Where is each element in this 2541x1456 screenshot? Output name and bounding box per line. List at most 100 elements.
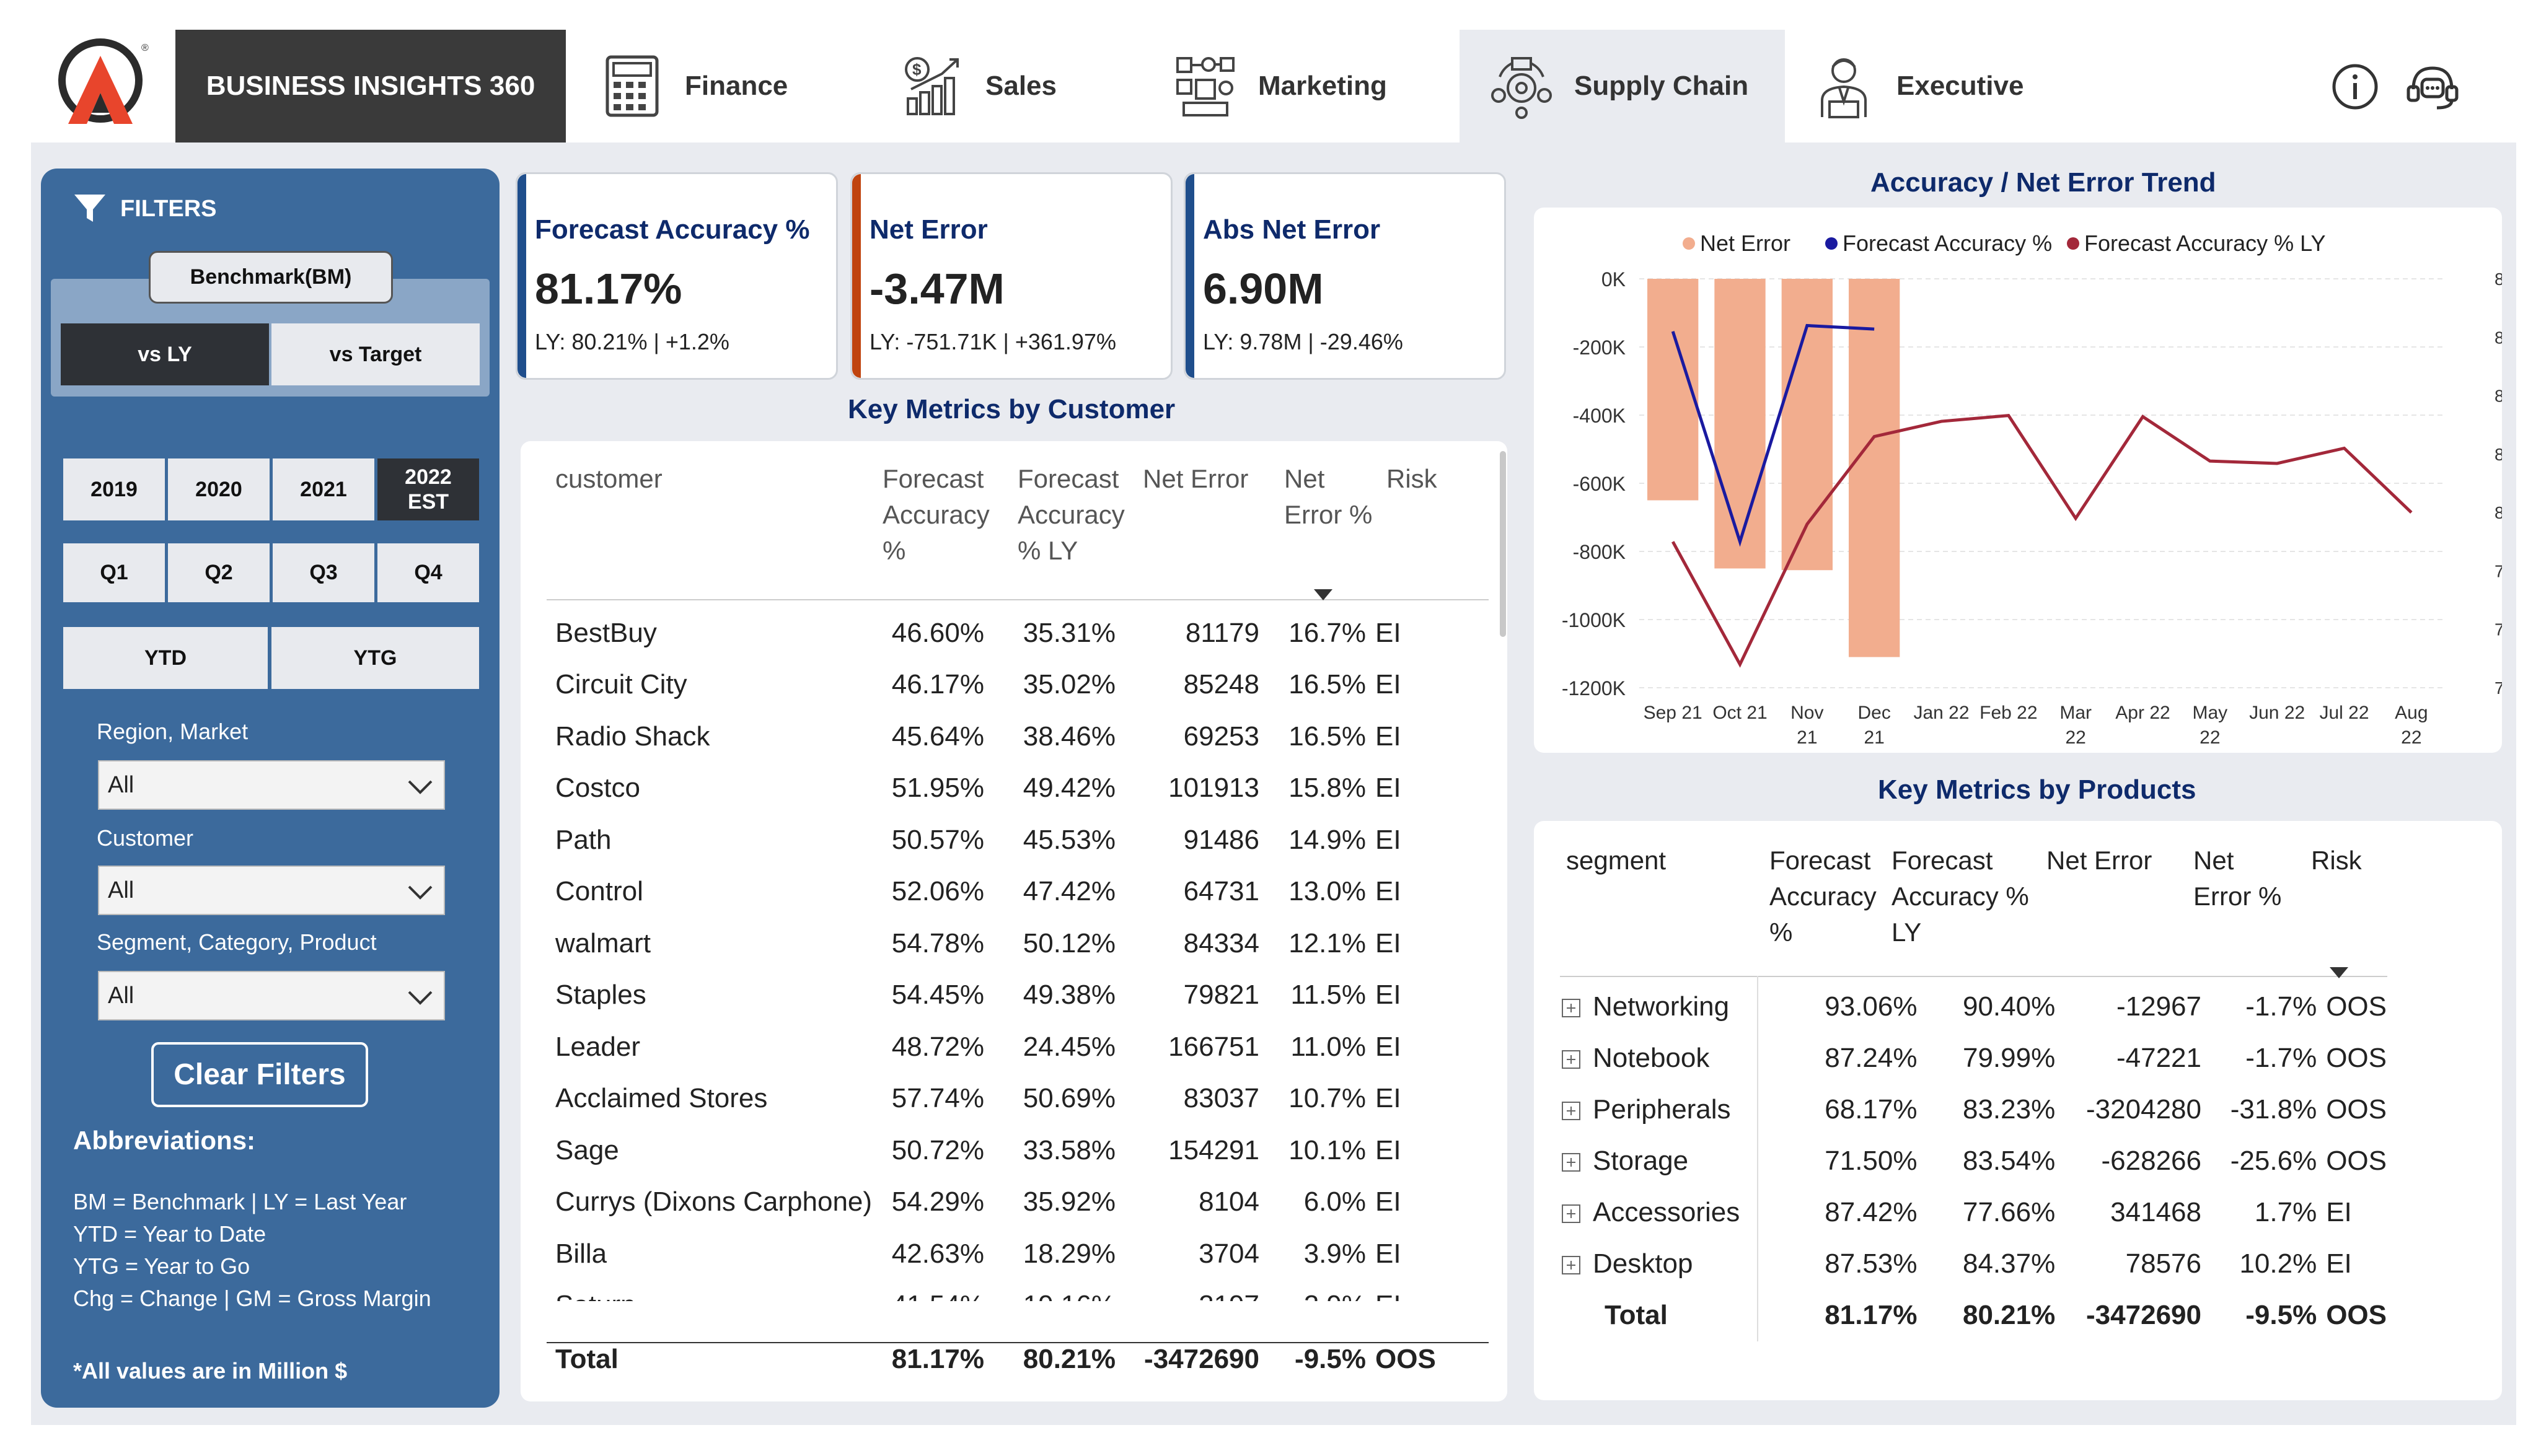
tab-label: Executive [1896, 71, 2024, 101]
table-row[interactable]: Path 50.57% 45.53% 91486 14.9% EI [547, 814, 1482, 866]
year-2019-button[interactable]: 2019 [63, 458, 165, 520]
col-header-net-error-pct[interactable]: Net Error % [1284, 461, 1383, 533]
left-axis-tick: -800K [1573, 541, 1626, 563]
metric-cell: 45.64% [891, 721, 984, 752]
metric-cell: 41.54% [878, 1280, 985, 1301]
metric-cell: 81179 [1185, 617, 1259, 648]
support-headset-icon[interactable] [2405, 62, 2459, 112]
table-row[interactable]: Peripherals 68.17% 83.23% -3204280 -31.8% OOS [1560, 1084, 2387, 1135]
quarter-q1-button[interactable]: Q1 [63, 543, 165, 602]
metric-cell: EI [1375, 1031, 1401, 1062]
table-row[interactable]: walmart 54.78% 50.12% 84334 12.1% EI [547, 918, 1482, 970]
quarter-q4-button[interactable]: Q4 [377, 543, 479, 602]
col-header-net-error-pct[interactable]: Net Error % [2193, 843, 2292, 914]
metric-cell: 48.72% [891, 1031, 984, 1062]
metric-cell: 2197 [1116, 1280, 1260, 1301]
metric-cell: 54.78% [891, 928, 984, 958]
table-row[interactable]: Storage 71.50% 83.54% -628266 -25.6% OOS [1560, 1135, 2387, 1186]
table-row[interactable]: Billa 42.63% 18.29% 3704 3.9% EI [547, 1228, 1482, 1280]
table-row[interactable]: Networking 93.06% 90.40% -12967 -1.7% OOS [1560, 981, 2387, 1032]
quarter-q2-button[interactable]: Q2 [168, 543, 270, 602]
col-header-forecast-accuracy[interactable]: Forecast Accuracy % [1769, 843, 1881, 950]
abbreviations-title: Abbreviations: [73, 1126, 256, 1155]
quarter-q3-button[interactable]: Q3 [273, 543, 374, 602]
vs-target-button[interactable]: vs Target [271, 323, 480, 385]
col-header-net-error[interactable]: Net Error [2046, 843, 2152, 879]
table-row[interactable]: Circuit City 46.17% 35.02% 85248 16.5% EI [547, 659, 1482, 711]
metric-cell: -1.7% [2245, 1042, 2317, 1073]
col-header-forecast-accuracy-ly[interactable]: Forecast Accuracy % LY [1018, 461, 1142, 569]
table-row[interactable]: Acclaimed Stores 57.74% 50.69% 83037 10.7% EI [547, 1073, 1482, 1125]
metric-cell: 38.46% [1023, 721, 1116, 752]
table-row[interactable]: Notebook 87.24% 79.99% -47221 -1.7% OOS [1560, 1032, 2387, 1084]
ytg-button[interactable]: YTG [271, 627, 479, 689]
vs-ly-button[interactable]: vs LY [61, 323, 269, 385]
year-2021-button[interactable]: 2021 [273, 458, 374, 520]
table-row[interactable]: Saturn41.54%19.16%21972.9%EI [547, 1280, 1482, 1301]
tab-executive[interactable]: Executive [1810, 30, 2076, 143]
table-row[interactable]: Currys (Dixons Carphone) 54.29% 35.92% 8104… [547, 1177, 1482, 1229]
tab-sales[interactable]: $ Sales [899, 30, 1165, 143]
expand-plus-icon[interactable] [1561, 1146, 1593, 1176]
metric-cell: 85248 [1183, 669, 1259, 700]
net-error-bar [1849, 279, 1900, 657]
ytd-button[interactable]: YTD [63, 627, 268, 689]
metric-cell: OOS [2326, 1042, 2387, 1073]
col-header-net-error[interactable]: Net Error [1143, 461, 1248, 497]
right-axis-tick: 81.5% [2495, 328, 2502, 347]
tab-finance[interactable]: Finance [598, 30, 889, 143]
col-header-segment[interactable]: segment [1566, 843, 1666, 879]
year-2020-button[interactable]: 2020 [168, 458, 270, 520]
metric-cell: 42.63% [891, 1238, 984, 1269]
tab-supply-chain[interactable]: Supply Chain [1460, 30, 1785, 143]
expand-plus-icon[interactable] [1561, 1094, 1593, 1125]
customer-name-cell: Control [555, 876, 643, 907]
table-row[interactable]: Staples 54.45% 49.38% 79821 11.5% EI [547, 970, 1482, 1022]
region-dropdown[interactable]: All [98, 760, 445, 810]
col-header-risk[interactable]: Risk [1386, 461, 1437, 497]
customer-dropdown[interactable]: All [98, 866, 445, 915]
info-icon[interactable] [2330, 62, 2380, 112]
metric-cell: 52.06% [891, 876, 984, 907]
metric-cell: 13.0% [1288, 876, 1366, 907]
col-header-customer[interactable]: customer [555, 461, 663, 497]
segment-cell: Desktop [1560, 1238, 1796, 1289]
table-row[interactable]: Radio Shack 45.64% 38.46% 69253 16.5% EI [547, 711, 1482, 763]
product-table-title: Key Metrics by Products [1878, 774, 2196, 805]
metric-cell: -31.8% [2230, 1094, 2317, 1125]
table-row[interactable]: Costco 51.95% 49.42% 101913 15.8% EI [547, 763, 1482, 815]
col-header-forecast-accuracy[interactable]: Forecast Accuracy % [883, 461, 1000, 569]
table-row[interactable]: Leader 48.72% 24.45% 166751 11.0% EI [547, 1021, 1482, 1073]
metric-cell: 84334 [1183, 928, 1259, 958]
metric-cell: 16.7% [1288, 617, 1366, 648]
tab-marketing[interactable]: Marketing [1171, 30, 1463, 143]
table-row[interactable]: BestBuy 46.60% 35.31% 81179 16.7% EI [547, 607, 1482, 659]
values-note: *All values are in Million $ [73, 1358, 348, 1384]
table-row[interactable]: Desktop 87.53% 84.37% 78576 10.2% EI [1560, 1238, 2387, 1289]
expand-plus-icon[interactable] [1561, 1248, 1593, 1279]
metric-cell: EI [1375, 721, 1401, 752]
product-table-body: Networking 93.06% 90.40% -12967 -1.7% OOS Note… [1560, 981, 2387, 1341]
table-row[interactable]: Accessories 87.42% 77.66% 341468 1.7% EI [1560, 1186, 2387, 1238]
year-2022-est-button[interactable]: 2022 EST [377, 458, 479, 520]
table-row[interactable]: Sage 50.72% 33.58% 154291 10.1% EI [547, 1125, 1482, 1177]
col-header-forecast-accuracy-ly[interactable]: Forecast Accuracy % LY [1891, 843, 2040, 950]
metric-cell: 341468 [2110, 1196, 2201, 1227]
expand-plus-icon[interactable] [1561, 1043, 1593, 1073]
metric-cell: 93.06% [1825, 991, 1918, 1022]
brand-logo-icon: ® [56, 37, 155, 130]
expand-plus-icon[interactable] [1561, 991, 1593, 1022]
x-axis-tick: Mar [2059, 703, 2092, 723]
clear-filters-button[interactable]: Clear Filters [151, 1042, 368, 1107]
svg-text:®: ® [141, 43, 149, 53]
table-total-row[interactable]: Total 81.17% 80.21% -3472690 -9.5% OOS [1560, 1289, 2387, 1341]
metric-cell: 91486 [1183, 824, 1259, 855]
table-row[interactable]: Control 52.06% 47.42% 64731 13.0% EI [547, 866, 1482, 918]
expand-plus-icon[interactable] [1561, 1197, 1593, 1227]
metric-cell: 3704 [1199, 1238, 1259, 1269]
customer-name-cell: Circuit City [555, 669, 687, 700]
brand-tab[interactable]: BUSINESS INSIGHTS 360 [175, 30, 566, 143]
segment-dropdown[interactable]: All [98, 971, 445, 1020]
col-header-risk[interactable]: Risk [2311, 843, 2362, 879]
scrollbar-thumb[interactable] [1500, 451, 1506, 637]
